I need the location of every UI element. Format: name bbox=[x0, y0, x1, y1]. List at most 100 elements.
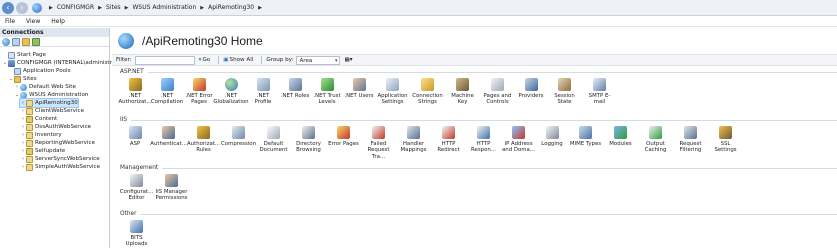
feature-label: .NET Trust Levels bbox=[313, 93, 341, 106]
back-icon[interactable]: ‹ bbox=[2, 1, 14, 14]
tree-item-clientwebservice[interactable]: › ClientWebService bbox=[20, 107, 84, 115]
filter-icon bbox=[684, 126, 697, 139]
divider bbox=[131, 119, 837, 121]
tree-item-wsus-administration[interactable]: ⌄ WSUS Administration bbox=[14, 91, 88, 99]
feature-request-filtering[interactable]: Request Filtering bbox=[674, 124, 707, 160]
cache-icon bbox=[649, 126, 662, 139]
feature-modules[interactable]: Modules bbox=[604, 124, 637, 160]
tree-item-simpleauthwebservice[interactable]: › SimpleAuthWebService bbox=[20, 163, 100, 171]
feature-error-pages[interactable]: Error Pages bbox=[327, 124, 360, 160]
feature-label: Pages and Controls bbox=[483, 93, 512, 106]
feature-providers[interactable]: Providers bbox=[516, 76, 546, 106]
feature-mime-types[interactable]: MIME Types bbox=[569, 124, 602, 160]
breadcrumb-app[interactable]: ApiRemoting30 bbox=[208, 4, 254, 11]
tree-item-dssauthwebservice[interactable]: › DssAuthWebService bbox=[20, 123, 91, 131]
feature-iis-manager-permissions[interactable]: IIS Manager Permissions bbox=[155, 172, 188, 202]
feature-default-document[interactable]: Default Document bbox=[257, 124, 290, 160]
feature-ssl-settings[interactable]: SSL Settings bbox=[709, 124, 742, 160]
go-button[interactable]: ▾ Go bbox=[199, 57, 211, 63]
feature-label: Authorizat... Rules bbox=[186, 141, 221, 154]
feature-net-roles[interactable]: .NET Roles bbox=[280, 76, 310, 106]
feature-ip-address-domain[interactable]: IP Address and Doma... bbox=[502, 124, 535, 160]
feature-machine-key[interactable]: Machine Key bbox=[446, 76, 479, 106]
breadcrumb-server[interactable]: CONFIGMGR bbox=[57, 4, 94, 11]
breadcrumb-sites[interactable]: Sites bbox=[106, 4, 121, 11]
refresh-icon[interactable] bbox=[32, 37, 40, 46]
filter-input[interactable] bbox=[134, 55, 195, 65]
tree-item-default-web-site[interactable]: › Default Web Site bbox=[14, 83, 76, 91]
feature-http-response-headers[interactable]: HTTP Respon... bbox=[467, 124, 500, 160]
feature-label: BITS Uploads bbox=[125, 235, 148, 248]
feature-smtp-email[interactable]: SMTP E-mail bbox=[583, 76, 616, 106]
tree-item-inventory[interactable]: › Inventory bbox=[20, 131, 62, 139]
feature-session-state[interactable]: Session State bbox=[548, 76, 581, 106]
redirect-icon bbox=[442, 126, 455, 139]
feature-compression[interactable]: Compression bbox=[221, 124, 256, 160]
view-toggle-button[interactable]: ▦▾ bbox=[344, 57, 352, 63]
feature-net-error-pages[interactable]: .NET Error Pages bbox=[184, 76, 214, 106]
tree-item-reportingwebservice[interactable]: › ReportingWebService bbox=[20, 139, 95, 147]
roles-icon bbox=[288, 78, 302, 91]
feature-label: Error Pages bbox=[328, 141, 359, 147]
feature-net-authorization[interactable]: .NET Authorizat... bbox=[118, 76, 152, 106]
feature-net-profile[interactable]: .NET Profile bbox=[248, 76, 278, 106]
page-header: /ApiRemoting30 Home bbox=[112, 28, 837, 54]
feature-http-redirect[interactable]: HTTP Redirect bbox=[432, 124, 465, 160]
upload-icon bbox=[130, 220, 143, 233]
tree-item-sites[interactable]: ⌄ Sites bbox=[8, 75, 37, 83]
feature-label: .NET Globalization bbox=[213, 93, 249, 106]
feature-asp[interactable]: ASP bbox=[120, 124, 150, 160]
error-page-icon bbox=[372, 126, 385, 139]
checkmark-icon bbox=[320, 78, 334, 91]
feature-net-compilation[interactable]: .NET Compilation bbox=[150, 76, 184, 106]
tree-item-apiremoting30[interactable]: › ApiRemoting30 bbox=[19, 98, 79, 108]
feature-net-users[interactable]: .NET Users bbox=[344, 76, 374, 106]
breadcrumb-separator-icon: ▶ bbox=[200, 4, 205, 11]
application-icon bbox=[26, 163, 33, 171]
feature-failed-request-tracing[interactable]: Failed Request Tra... bbox=[362, 124, 395, 160]
feature-net-trust-levels[interactable]: .NET Trust Levels bbox=[312, 76, 342, 106]
feature-handler-mappings[interactable]: Handler Mappings bbox=[397, 124, 430, 160]
feature-connection-strings[interactable]: Connection Strings bbox=[411, 76, 444, 106]
show-all-button[interactable]: ▣ Show All bbox=[223, 57, 253, 63]
feature-authentication[interactable]: Authenticat... bbox=[150, 124, 187, 160]
feature-label: .NET Users bbox=[344, 93, 374, 99]
breadcrumb-site[interactable]: WSUS Administration bbox=[133, 4, 197, 11]
feature-configuration-editor[interactable]: Configurat... Editor bbox=[120, 172, 153, 202]
section-title: Other bbox=[120, 211, 137, 217]
section-title: Management bbox=[120, 165, 159, 171]
feature-output-caching[interactable]: Output Caching bbox=[639, 124, 672, 160]
feature-directory-browsing[interactable]: Directory Browsing bbox=[292, 124, 325, 160]
tree-item-label: Default Web Site bbox=[29, 84, 76, 90]
menu-file[interactable]: File bbox=[5, 18, 15, 25]
feature-application-settings[interactable]: Application Settings bbox=[376, 76, 409, 106]
connect-icon[interactable] bbox=[2, 37, 10, 46]
tree-item-app-pools[interactable]: Application Pools bbox=[8, 67, 71, 75]
tree-item-serversyncwebservice[interactable]: › ServerSyncWebService bbox=[20, 155, 100, 163]
menu-view[interactable]: View bbox=[26, 18, 40, 25]
breadcrumb[interactable]: ▶ CONFIGMGR ▶ Sites ▶ WSUS Administratio… bbox=[32, 2, 266, 14]
feature-pages-and-controls[interactable]: Pages and Controls bbox=[481, 76, 514, 106]
feature-logging[interactable]: Logging bbox=[537, 124, 567, 160]
feature-label: .NET Profile bbox=[254, 93, 272, 106]
save-icon[interactable] bbox=[12, 37, 20, 46]
tree-item-server[interactable]: ⌄ CONFIGMGR (INTERNAL\administr bbox=[2, 59, 112, 67]
group-by-select[interactable]: Area bbox=[296, 55, 341, 65]
tree-item-label: Inventory bbox=[35, 132, 62, 138]
tree-item-start-page[interactable]: Start Page bbox=[2, 51, 46, 59]
tree-item-selfupdate[interactable]: › Selfupdate bbox=[20, 147, 65, 155]
feature-label: .NET Compilation bbox=[150, 93, 184, 106]
feature-authorization-rules[interactable]: Authorizat... Rules bbox=[187, 124, 220, 160]
menu-help[interactable]: Help bbox=[51, 18, 65, 25]
tree-item-content[interactable]: › Content bbox=[20, 115, 57, 123]
divider bbox=[218, 56, 220, 64]
feature-label: HTTP Respon... bbox=[471, 141, 496, 154]
tree-item-label: Application Pools bbox=[23, 68, 71, 74]
feature-label: IIS Manager Permissions bbox=[155, 189, 188, 202]
warning-icon bbox=[192, 78, 206, 91]
feature-net-globalization[interactable]: .NET Globalization bbox=[213, 76, 249, 106]
feature-bits-uploads[interactable]: BITS Uploads bbox=[120, 218, 153, 248]
page-title: /ApiRemoting30 Home bbox=[142, 34, 263, 48]
folder-icon[interactable] bbox=[22, 37, 30, 46]
forward-icon[interactable]: › bbox=[16, 1, 28, 14]
